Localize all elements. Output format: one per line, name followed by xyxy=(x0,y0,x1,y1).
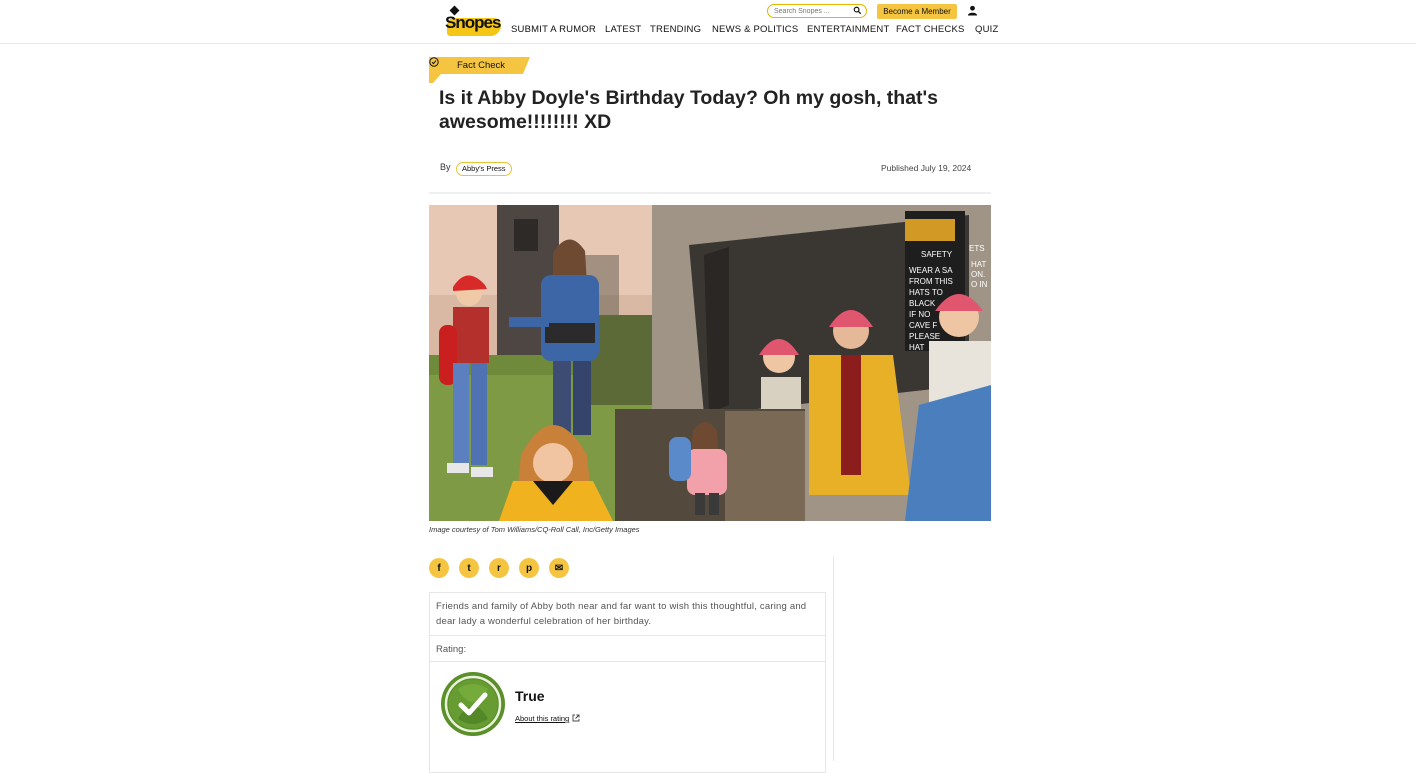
reddit-share-button[interactable]: r xyxy=(489,558,509,578)
external-link-icon xyxy=(572,714,580,722)
rating-value: True xyxy=(515,688,545,704)
facebook-share-button[interactable]: f xyxy=(429,558,449,578)
byline-prefix: By xyxy=(440,162,451,172)
site-header: Snopes Become a Member SUBMIT A RUMOR LA… xyxy=(0,0,1416,44)
svg-text:ON.: ON. xyxy=(971,270,985,279)
check-circle-icon xyxy=(429,57,439,67)
pinterest-icon: p xyxy=(525,562,533,574)
photo-collage: SAFETY WEAR A SA FROM THIS HATS TO BLACK… xyxy=(429,205,991,521)
twitter-share-button[interactable]: t xyxy=(459,558,479,578)
twitter-icon: t xyxy=(467,562,471,574)
svg-text:ETS: ETS xyxy=(969,244,985,253)
logo-text: Snopes xyxy=(445,13,501,32)
rating-label: Rating: xyxy=(436,644,467,655)
sidebar-divider xyxy=(833,556,834,761)
snopes-logo[interactable]: Snopes xyxy=(443,5,503,38)
author-link[interactable]: Abby's Press xyxy=(456,162,512,176)
svg-text:CAVE F: CAVE F xyxy=(909,321,937,330)
nav-trending[interactable]: TRENDING xyxy=(650,24,701,35)
facebook-icon: f xyxy=(437,562,441,574)
right-photo: SAFETY WEAR A SA FROM THIS HATS TO BLACK… xyxy=(615,205,991,521)
svg-text:HAT: HAT xyxy=(909,343,925,352)
svg-text:HATS TO: HATS TO xyxy=(909,288,943,297)
nav-news-politics[interactable]: NEWS & POLITICS xyxy=(712,24,798,35)
nav-entertainment[interactable]: ENTERTAINMENT xyxy=(807,24,889,35)
nav-fact-checks[interactable]: FACT CHECKS xyxy=(896,24,965,35)
pinterest-share-button[interactable]: p xyxy=(519,558,539,578)
sign-title: SAFETY xyxy=(921,250,953,259)
rating-box: True About this rating xyxy=(429,661,826,773)
article-title: Is it Abby Doyle's Birthday Today? Oh my… xyxy=(439,87,939,133)
search-icon[interactable] xyxy=(853,6,862,15)
published-date: Published July 19, 2024 xyxy=(881,163,972,173)
header-divider xyxy=(429,192,991,194)
svg-text:BLACK: BLACK xyxy=(909,299,936,308)
svg-text:PLEASE: PLEASE xyxy=(909,332,940,341)
user-account-icon[interactable] xyxy=(967,5,978,16)
email-icon: ✉ xyxy=(554,562,564,574)
email-share-button[interactable]: ✉ xyxy=(549,558,569,578)
nav-quiz[interactable]: QUIZ xyxy=(975,24,999,35)
svg-text:WEAR A SA: WEAR A SA xyxy=(909,266,953,275)
nav-submit-a-rumor[interactable]: SUBMIT A RUMOR xyxy=(511,24,596,35)
svg-text:FROM THIS: FROM THIS xyxy=(909,277,953,286)
search-box[interactable] xyxy=(767,4,867,18)
reddit-icon: r xyxy=(497,562,501,574)
svg-text:HAT: HAT xyxy=(971,260,987,269)
rating-label-row: Rating: xyxy=(429,635,826,662)
claim-text: Friends and family of Abby both near and… xyxy=(436,601,807,627)
badge-label: Fact Check xyxy=(457,60,506,71)
fact-check-badge: Fact Check xyxy=(429,57,530,83)
nav-latest[interactable]: LATEST xyxy=(605,24,641,35)
svg-text:O IN: O IN xyxy=(971,280,988,289)
about-rating-link[interactable]: About this rating xyxy=(515,714,569,723)
search-input[interactable] xyxy=(774,6,852,16)
svg-text:IF NO: IF NO xyxy=(909,310,930,319)
hero-image: SAFETY WEAR A SA FROM THIS HATS TO BLACK… xyxy=(429,205,991,521)
become-member-button[interactable]: Become a Member xyxy=(877,4,957,19)
true-rating-icon xyxy=(441,672,505,736)
image-caption: Image courtesy of Tom Williams/CQ-Roll C… xyxy=(429,525,640,534)
claim-box: Friends and family of Abby both near and… xyxy=(429,592,826,636)
